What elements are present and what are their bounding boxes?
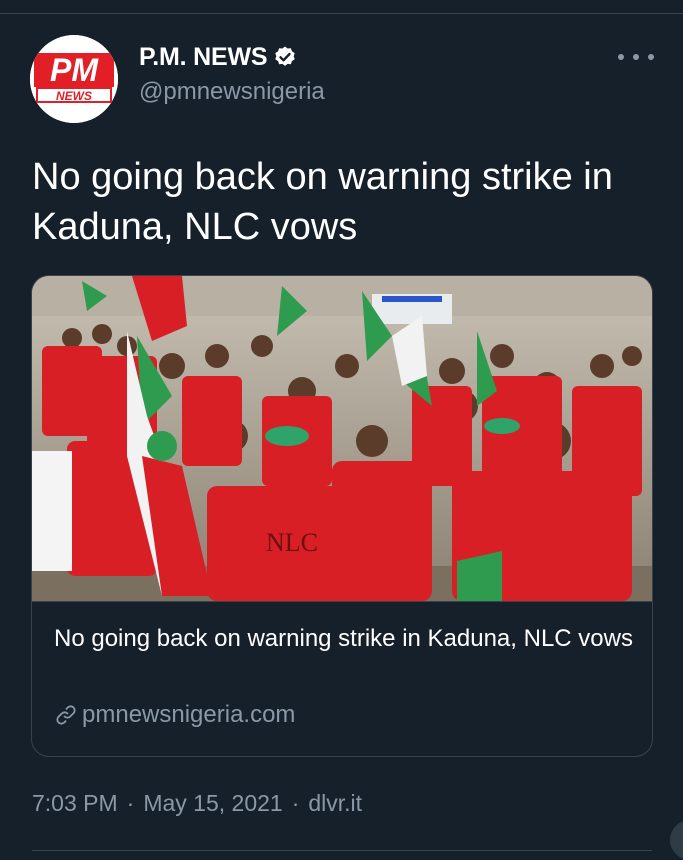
verified-badge-icon <box>275 46 296 66</box>
tweet-date[interactable]: May 15, 2021 <box>143 790 282 817</box>
tweet-text: No going back on warning strike in Kadun… <box>32 156 613 248</box>
card-domain: pmnewsnigeria.com <box>82 701 296 728</box>
svg-text:PM: PM <box>50 52 99 88</box>
more-options-icon[interactable] <box>618 47 654 67</box>
link-icon <box>56 705 76 725</box>
card-image-vest-lettering: NLC <box>266 528 318 557</box>
tweet-meta: 7:03 PM · May 15, 2021 · dlvr.it <box>32 790 362 817</box>
floating-button[interactable] <box>670 820 683 860</box>
author-name-row[interactable]: P.M. NEWS <box>139 40 297 74</box>
tweet-source[interactable]: dlvr.it <box>308 790 362 817</box>
avatar[interactable]: PM NEWS <box>30 35 118 123</box>
svg-text:NEWS: NEWS <box>56 89 92 103</box>
card-link[interactable]: pmnewsnigeria.com <box>54 701 295 729</box>
top-divider <box>0 13 683 14</box>
meta-separator: · <box>126 790 135 816</box>
link-preview-card[interactable]: NLC No going back on warning strike in K… <box>31 275 653 757</box>
meta-separator: · <box>291 790 300 816</box>
bottom-divider <box>32 850 652 851</box>
card-divider <box>32 601 652 602</box>
tweet-time[interactable]: 7:03 PM <box>32 790 118 817</box>
card-title[interactable]: No going back on warning strike in Kadun… <box>54 621 639 657</box>
author-handle[interactable]: @pmnewsnigeria <box>139 78 325 106</box>
pm-news-logo: PM NEWS <box>30 35 118 123</box>
author-display-name[interactable]: P.M. NEWS <box>139 43 268 72</box>
card-image[interactable]: NLC <box>32 276 652 601</box>
